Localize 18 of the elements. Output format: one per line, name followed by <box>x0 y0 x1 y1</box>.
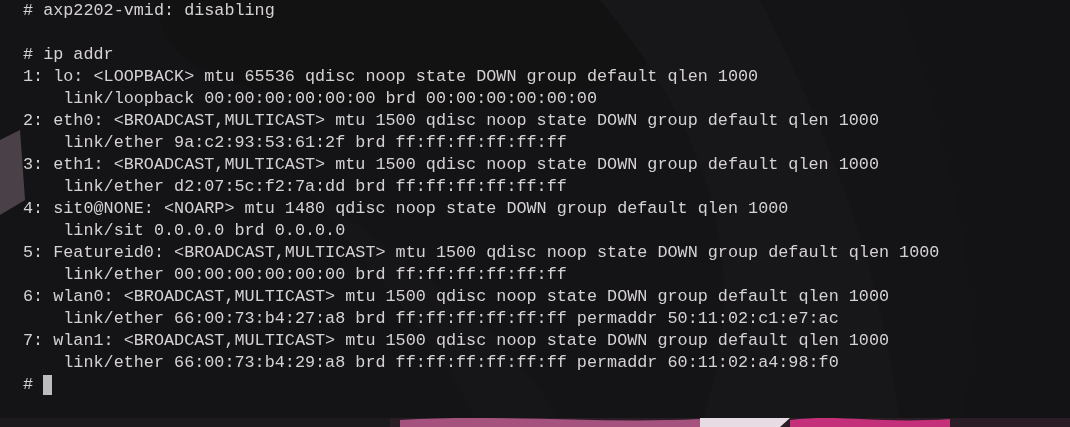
terminal-line: link/ether 9a:c2:93:53:61:2f brd ff:ff:ff:ff:ff:ff <box>62 132 568 154</box>
terminal-line: 5: Featureid0: <BROADCAST,MULTICAST> mtu 1500 qdisc noop state DOWN group default qlen 1000 <box>23 242 941 264</box>
terminal-line: link/ether 66:00:73:b4:29:a8 brd ff:ff:ff:ff:ff:ff permaddr 60:11:02:a4:98:f0 <box>62 352 840 374</box>
terminal-line: 7: wlan1: <BROADCAST,MULTICAST> mtu 1500 qdisc noop state DOWN group default qlen 1000 <box>23 330 891 352</box>
cursor <box>42 375 52 395</box>
terminal-line: 2: eth0: <BROADCAST,MULTICAST> mtu 1500 qdisc noop state DOWN group default qlen 1000 <box>23 110 880 132</box>
prompt: # <box>23 374 34 396</box>
terminal-line: # axp2202-vmid: disabling <box>23 0 276 22</box>
terminal-line: 3: eth1: <BROADCAST,MULTICAST> mtu 1500 qdisc noop state DOWN group default qlen 1000 <box>23 154 880 176</box>
terminal-line: link/loopback 00:00:00:00:00:00 brd 00:00:00:00:00:00 <box>62 88 598 110</box>
terminal-line: link/ether d2:07:5c:f2:7a:dd brd ff:ff:ff:ff:ff:ff <box>62 176 568 198</box>
terminal-line: # ip addr <box>23 44 115 66</box>
terminal-line: link/ether 66:00:73:b4:27:a8 brd ff:ff:ff:ff:ff:ff permaddr 50:11:02:c1:e7:ac <box>62 308 840 330</box>
terminal-line: 6: wlan0: <BROADCAST,MULTICAST> mtu 1500 qdisc noop state DOWN group default qlen 1000 <box>23 286 891 308</box>
terminal-line: 1: lo: <LOOPBACK> mtu 65536 qdisc noop state DOWN group default qlen 1000 <box>23 66 760 88</box>
terminal-line: link/ether 00:00:00:00:00:00 brd ff:ff:ff:ff:ff:ff <box>62 264 568 286</box>
terminal-line: 4: sit0@NONE: <NOARP> mtu 1480 qdisc noop state DOWN group default qlen 1000 <box>23 198 790 220</box>
terminal-line: link/sit 0.0.0.0 brd 0.0.0.0 <box>62 220 347 242</box>
